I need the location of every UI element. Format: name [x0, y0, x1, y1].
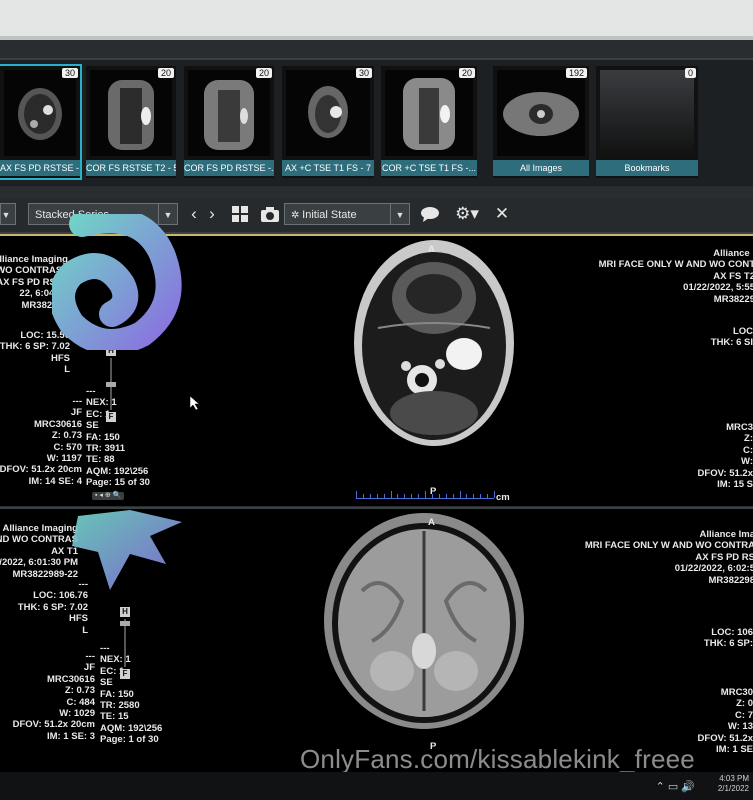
thumbnail-series-5[interactable]: 20 COR FS RSTSE T2 - 5: [86, 66, 176, 178]
watermark-text: OnlyFans.com/kissablekink_freee: [300, 744, 695, 774]
ruler-tick: [480, 494, 482, 498]
thumbnail-series-8[interactable]: 20 COR +C TSE T1 FS -...: [381, 66, 477, 178]
state-value: Initial State: [302, 209, 357, 221]
close-icon[interactable]: ✕: [490, 203, 514, 225]
thumbnail-series-7[interactable]: 30 AX +C TSE T1 FS - 7: [282, 66, 374, 178]
ruler-tick: [397, 494, 399, 498]
thumbnail-label: COR FS RSTSE T2 - 5: [86, 160, 176, 176]
system-tray-icons[interactable]: ⌃ ▭ 🔊: [656, 780, 695, 793]
image-count-badge: 192: [565, 68, 587, 78]
window-level-slider[interactable]: H F: [120, 607, 130, 679]
chevron-right-icon[interactable]: ›: [200, 203, 224, 225]
playback-mini-controls[interactable]: ▪ ◂ ⊕ 🔍: [92, 492, 125, 500]
thumbnail-series-4[interactable]: 30 AX FS PD RSTSE - 4: [0, 64, 82, 180]
ruler-tick: [494, 491, 495, 498]
chevron-down-icon: ▼: [390, 204, 409, 224]
ruler-tick: [425, 491, 426, 498]
right-acquisition-info: MRC30 Z: 0 C: 7 W: 13 DFOV: 51.2x IM: 1 …: [697, 687, 753, 756]
grid-layout-icon[interactable]: [228, 203, 252, 225]
ruler-tick: [362, 494, 364, 498]
ruler-tick: [411, 494, 413, 498]
thumbnail-label: AX +C TSE T1 FS - 7: [282, 160, 374, 176]
ruler-tick: [445, 494, 447, 498]
sequence-params: --- NEX: 1 EC: 1 SE FA: 150 TR: 2580 TE:…: [100, 643, 163, 746]
taskbar-clock[interactable]: 4:03 PM 2/1/2022: [718, 774, 749, 794]
sticker-overlay-bottom: [72, 510, 182, 590]
ruler-tick: [473, 494, 475, 498]
ruler-tick: [431, 494, 433, 498]
thumbnail-label: AX FS PD RSTSE - 4: [0, 160, 80, 176]
right-header-info: Alliance Ima MRI FACE ONLY W AND WO CONT…: [584, 529, 753, 586]
window-level-slider[interactable]: H F: [106, 346, 116, 422]
ruler-tick: [487, 494, 489, 498]
thumbnail-label: All Images: [493, 160, 589, 176]
orientation-top: A: [428, 517, 435, 528]
mouse-cursor-icon: [189, 395, 200, 415]
left-acquisition-info: --- JF MRC30616 Z: 0.73 C: 570 W: 1197 D…: [0, 396, 82, 487]
thumbnail-label: Bookmarks: [596, 160, 698, 176]
image-count-badge: 20: [255, 68, 272, 78]
thumbnail-bookmarks[interactable]: 0 Bookmarks: [596, 66, 698, 178]
ruler-tick: [466, 494, 468, 498]
high-button[interactable]: H: [120, 607, 130, 617]
right-location-info: LOC THK: 6 SI: [710, 326, 753, 349]
gear-icon[interactable]: ⚙▾: [452, 203, 482, 225]
state-dropdown[interactable]: ✲ Initial State ▼: [284, 203, 410, 225]
layout-dropdown[interactable]: ▼: [0, 203, 16, 225]
taskbar: ⌃ ▭ 🔊 4:03 PM 2/1/2022: [0, 772, 753, 800]
mri-axial-brain-image: [324, 513, 524, 729]
ruler-unit: cm: [496, 492, 510, 503]
fit-button[interactable]: F: [120, 669, 130, 679]
fit-button[interactable]: F: [106, 412, 116, 422]
ruler-tick: [404, 494, 406, 498]
settings-small-icon: ✲: [291, 210, 303, 221]
series-thumbnail-bar: 30 AX FS PD RSTSE - 4 20 COR FS RSTSE T2…: [0, 58, 753, 186]
thumbnail-all-images[interactable]: 192 All Images: [493, 66, 589, 178]
mri-axial-neck-image: [354, 240, 514, 446]
ruler-tick: [356, 491, 357, 498]
thumbnail-label: COR +C TSE T1 FS -...: [381, 160, 477, 176]
ruler-tick: [390, 491, 392, 498]
thumbnail-series-6[interactable]: 20 COR FS PD RSTSE -...: [184, 66, 274, 178]
right-acquisition-info: MRC3 Z: C: W: DFOV: 51.2x IM: 15 S: [697, 422, 753, 491]
clock-time: 4:03 PM: [719, 774, 749, 783]
camera-icon[interactable]: [258, 203, 282, 225]
left-header-info: Alliance Imaging AND WO CONTRAS AX T1 2/…: [0, 523, 78, 580]
image-count-badge: 0: [684, 68, 696, 78]
sequence-params: --- NEX: 1 EC: 1 SE FA: 150 TR: 3911 TE:…: [86, 386, 150, 489]
ruler-tick: [459, 491, 461, 498]
ruler-tick: [383, 494, 385, 498]
thumbnail-label: COR FS PD RSTSE -...: [184, 160, 274, 176]
slider-knob[interactable]: [120, 621, 130, 626]
image-count-badge: 30: [355, 68, 372, 78]
ruler-tick: [376, 494, 378, 498]
image-count-badge: 20: [458, 68, 475, 78]
sticker-overlay-top: [52, 214, 182, 350]
right-header-info: Alliance I MRI FACE ONLY W AND WO CONT A…: [598, 248, 753, 305]
image-count-badge: 30: [61, 68, 78, 78]
right-location-info: LOC: 106 THK: 6 SP:: [703, 627, 753, 650]
scale-ruler: [356, 488, 495, 499]
monitor-bezel: [0, 0, 753, 40]
clock-date: 2/1/2022: [717, 784, 749, 793]
slider-knob[interactable]: [106, 382, 116, 387]
left-acquisition-info: --- JF MRC30616 Z: 0.73 C: 484 W: 1029 D…: [12, 651, 95, 742]
orientation-top: A: [428, 244, 435, 255]
ruler-tick: [452, 494, 454, 498]
comment-icon[interactable]: [418, 203, 442, 225]
ruler-tick: [369, 494, 371, 498]
image-count-badge: 20: [157, 68, 174, 78]
ruler-tick: [418, 494, 420, 498]
ruler-tick: [438, 494, 440, 498]
